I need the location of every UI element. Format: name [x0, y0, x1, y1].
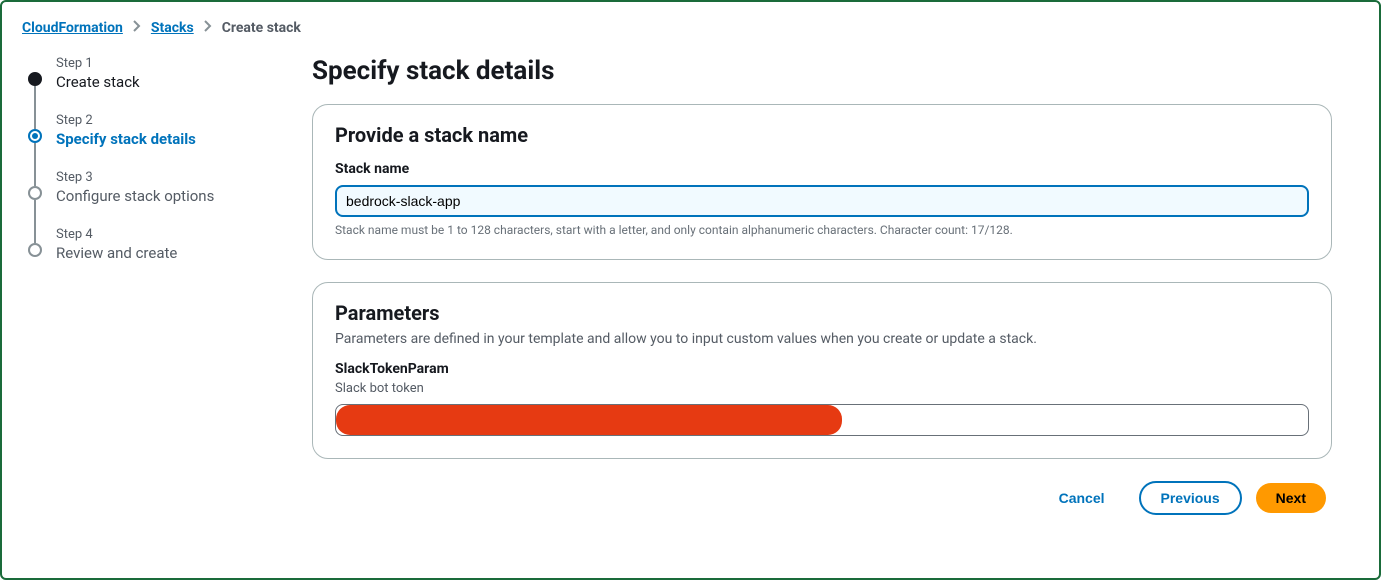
slack-token-input[interactable] — [335, 404, 1309, 436]
previous-button[interactable]: Previous — [1139, 481, 1242, 515]
step-title: Specify stack details — [56, 130, 272, 148]
step-circle-icon — [28, 186, 42, 200]
panel-heading: Provide a stack name — [335, 123, 1309, 147]
panel-heading: Parameters — [335, 301, 1309, 325]
stack-name-panel: Provide a stack name Stack name Stack na… — [312, 104, 1332, 260]
parameters-panel: Parameters Parameters are defined in you… — [312, 282, 1332, 459]
step-index: Step 4 — [56, 227, 272, 242]
step-index: Step 2 — [56, 113, 272, 128]
step-index: Step 3 — [56, 170, 272, 185]
cancel-button[interactable]: Cancel — [1039, 483, 1125, 513]
param-name-label: SlackTokenParam — [335, 361, 1309, 377]
stack-name-label: Stack name — [335, 161, 1309, 177]
step-title: Configure stack options — [56, 187, 272, 205]
step-circle-icon — [28, 129, 42, 143]
step-index: Step 1 — [56, 56, 272, 71]
wizard-stepper: Step 1 Create stack Step 2 Specify stack… — [22, 56, 272, 262]
panel-description: Parameters are defined in your template … — [335, 331, 1309, 347]
main-content: Specify stack details Provide a stack na… — [312, 56, 1332, 515]
chevron-right-icon — [204, 20, 212, 36]
stack-name-input[interactable] — [335, 185, 1309, 217]
param-description: Slack bot token — [335, 381, 1309, 396]
step-configure-stack-options[interactable]: Step 3 Configure stack options — [28, 170, 272, 227]
step-circle-icon — [28, 72, 42, 86]
step-specify-stack-details[interactable]: Step 2 Specify stack details — [28, 113, 272, 170]
breadcrumb: CloudFormation Stacks Create stack — [22, 20, 1359, 36]
page-title: Specify stack details — [312, 56, 1332, 86]
step-title: Review and create — [56, 244, 272, 262]
breadcrumb-current: Create stack — [222, 20, 301, 36]
breadcrumb-link-stacks[interactable]: Stacks — [151, 20, 194, 36]
chevron-right-icon — [133, 20, 141, 36]
step-title: Create stack — [56, 73, 272, 91]
step-create-stack[interactable]: Step 1 Create stack — [28, 56, 272, 113]
step-review-and-create[interactable]: Step 4 Review and create — [28, 227, 272, 262]
wizard-footer: Cancel Previous Next — [312, 481, 1332, 515]
next-button[interactable]: Next — [1256, 483, 1326, 513]
breadcrumb-link-cloudformation[interactable]: CloudFormation — [22, 20, 123, 36]
stack-name-hint: Stack name must be 1 to 128 characters, … — [335, 223, 1309, 237]
step-circle-icon — [28, 243, 42, 257]
